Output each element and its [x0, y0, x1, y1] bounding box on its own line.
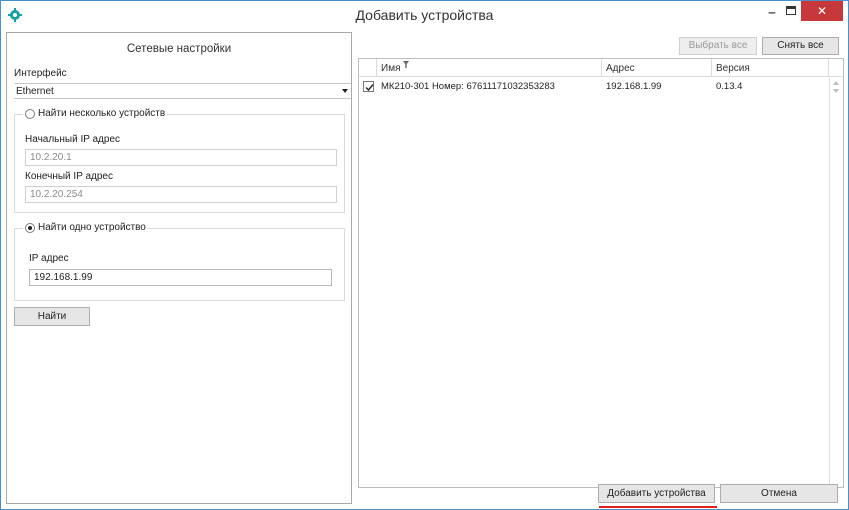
panel-title: Сетевые настройки	[126, 43, 232, 55]
maximize-button[interactable]	[786, 6, 796, 15]
interface-value: Ethernet	[16, 86, 54, 97]
column-header-version[interactable]: Версия	[712, 59, 829, 77]
cell-address: 192.168.1.99	[606, 81, 662, 92]
close-button[interactable]: ✕	[801, 1, 843, 21]
column-name-label: Имя	[381, 63, 401, 74]
highlight-underline	[599, 506, 717, 508]
column-header-name[interactable]: Имя	[377, 59, 602, 77]
single-device-label: Найти одно устройство	[38, 222, 146, 233]
multi-device-radio[interactable]	[25, 108, 35, 119]
scroll-up-icon[interactable]	[833, 81, 839, 85]
column-header-address[interactable]: Адрес	[602, 59, 712, 77]
deselect-all-button[interactable]: Снять все	[762, 37, 839, 55]
minimize-button[interactable]: ‒	[762, 3, 782, 21]
row-checkbox[interactable]	[363, 81, 374, 92]
network-settings-panel: Сетевые настройки Интерфейс Ethernet Най…	[6, 32, 352, 504]
multi-device-group: Найти несколько устройств Начальный IP а…	[14, 108, 345, 213]
checkmark-icon	[365, 84, 374, 92]
interface-select[interactable]: Ethernet	[14, 83, 351, 99]
multi-device-label: Найти несколько устройств	[38, 108, 166, 119]
filter-icon[interactable]	[403, 61, 410, 68]
title-bar: Добавить устройства ‒ ✕	[1, 1, 848, 30]
start-ip-label: Начальный IP адрес	[25, 134, 121, 145]
add-devices-button[interactable]: Добавить устройства	[598, 484, 715, 503]
cancel-button[interactable]: Отмена	[720, 484, 838, 503]
end-ip-label: Конечный IP адрес	[25, 171, 113, 182]
cell-version: 0.13.4	[716, 81, 743, 92]
select-all-button[interactable]: Выбрать все	[679, 37, 757, 55]
vertical-scrollbar[interactable]	[829, 78, 843, 488]
start-ip-field[interactable]: 10.2.20.1	[25, 149, 337, 166]
ip-label: IP адрес	[29, 253, 69, 264]
ip-field[interactable]: 192.168.1.99	[29, 269, 332, 286]
table-header: Имя Адрес Версия	[359, 59, 843, 77]
devices-table: Имя Адрес Версия МК210-301 Номер: 676111…	[358, 58, 844, 488]
multi-device-legend[interactable]: Найти несколько устройств	[23, 108, 168, 119]
find-button[interactable]: Найти	[14, 307, 90, 326]
interface-label: Интерфейс	[14, 68, 67, 79]
header-check-cell	[359, 59, 377, 77]
add-devices-window: Добавить устройства ‒ ✕ Сетевые настройк…	[0, 0, 849, 510]
cell-name: МК210-301 Номер: 67611171032353283	[381, 81, 555, 92]
window-title: Добавить устройства	[355, 7, 494, 23]
scroll-down-icon[interactable]	[833, 89, 839, 93]
single-device-legend[interactable]: Найти одно устройство	[23, 222, 148, 233]
end-ip-field[interactable]: 10.2.20.254	[25, 186, 337, 203]
table-row[interactable]: МК210-301 Номер: 67611171032353283 192.1…	[359, 78, 829, 95]
chevron-down-icon	[342, 89, 348, 93]
single-device-group: Найти одно устройство IP адрес 192.168.1…	[14, 222, 345, 301]
single-device-radio[interactable]	[25, 222, 35, 233]
